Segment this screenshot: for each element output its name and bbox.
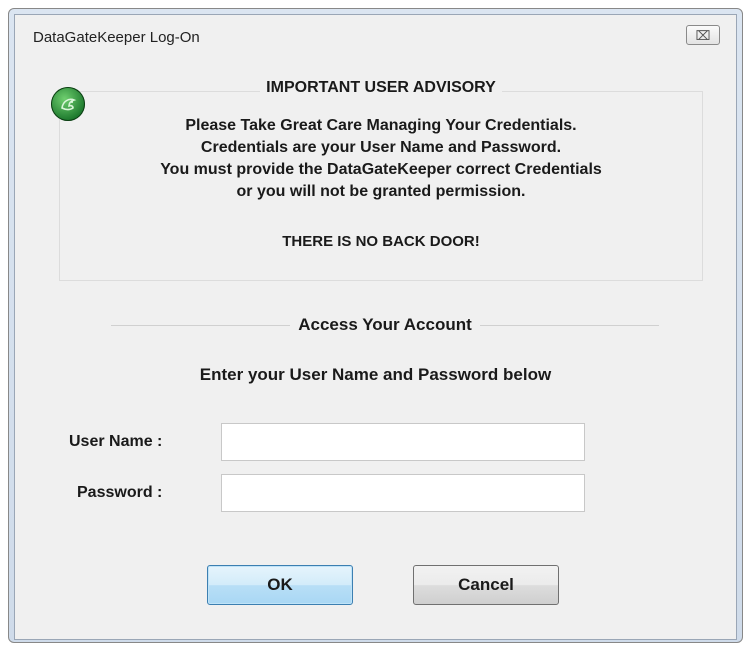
advisory-warning: THERE IS NO BACK DOOR! <box>282 233 480 250</box>
close-button[interactable]: ⌧ <box>686 25 720 45</box>
cancel-button[interactable]: Cancel <box>413 565 559 605</box>
advisory-line: Please Take Great Care Managing Your Cre… <box>185 117 577 134</box>
advisory-line: or you will not be granted permission. <box>236 183 526 200</box>
password-label: Password : <box>77 484 163 501</box>
login-dialog: DataGateKeeper Log-On ⌧ IMPORTANT USER A… <box>14 14 737 640</box>
password-input[interactable] <box>221 474 585 512</box>
advisory-line: You must provide the DataGateKeeper corr… <box>160 161 602 178</box>
section-title: Access Your Account <box>111 315 659 335</box>
advisory-heading: IMPORTANT USER ADVISORY <box>59 79 703 97</box>
username-input[interactable] <box>221 423 585 461</box>
advisory-line: Credentials are your User Name and Passw… <box>200 139 562 156</box>
window-title: DataGateKeeper Log-On <box>33 29 200 46</box>
username-label: User Name : <box>69 433 163 450</box>
login-instruction: Enter your User Name and Password below <box>199 365 552 384</box>
close-icon: ⌧ <box>695 27 711 43</box>
advisory-text: Please Take Great Care Managing Your Cre… <box>59 115 703 203</box>
ok-button[interactable]: OK <box>207 565 353 605</box>
title-bar: DataGateKeeper Log-On ⌧ <box>15 15 736 51</box>
